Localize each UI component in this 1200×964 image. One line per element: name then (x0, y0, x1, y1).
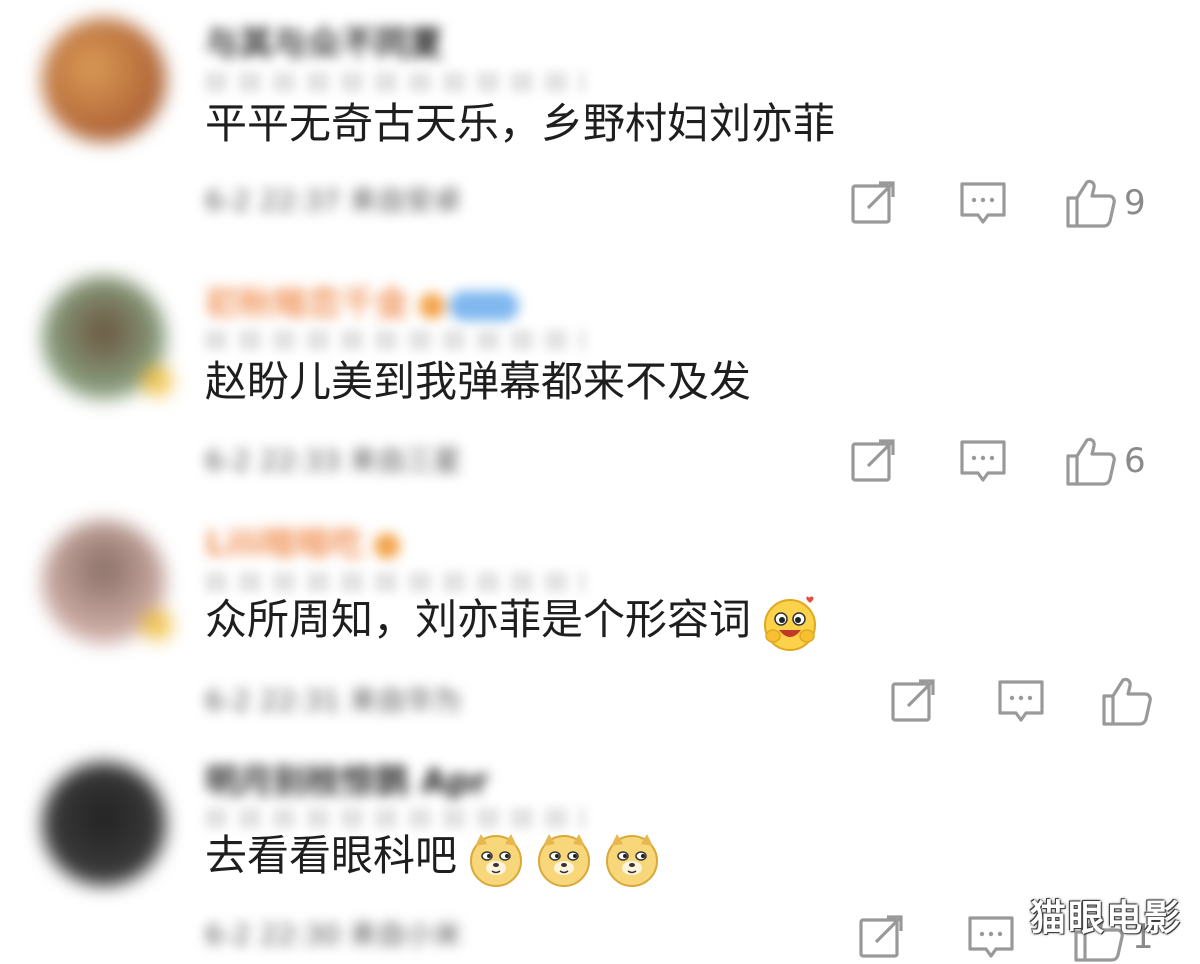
level-badge-icon (373, 532, 400, 559)
like-button[interactable]: 6 (1064, 434, 1146, 488)
comment-icon (998, 680, 1044, 722)
watermark: 猫眼电影 (1029, 898, 1182, 939)
blurred-text (205, 330, 585, 350)
username[interactable]: 明月别枝惊鹊 Apr (205, 762, 488, 802)
share-icon (851, 439, 895, 482)
username[interactable]: 与其与众不同夏 (205, 24, 443, 64)
comment-text: 赵盼儿美到我弹幕都来不及发 (205, 357, 752, 406)
comment-text: 去看看眼科吧 (205, 828, 661, 888)
share-icon (851, 181, 895, 224)
doge-emoji-icon (470, 833, 523, 887)
share-button[interactable] (888, 676, 938, 726)
share-button[interactable] (848, 178, 898, 228)
comment-actions: 9 (848, 178, 1146, 228)
reply-button[interactable] (966, 912, 1016, 962)
vip-badge-icon (142, 610, 172, 640)
comment-actions: 6 (848, 436, 1146, 486)
avatar[interactable] (42, 762, 166, 886)
comment-meta: 6-2 22:37 来自安卓 (205, 184, 462, 217)
smiling-face-emoji-icon (764, 596, 817, 651)
level-badge-icon (419, 292, 445, 319)
doge-emoji-icon (606, 833, 659, 887)
blurred-text (205, 72, 585, 92)
like-count: 9 (1124, 183, 1146, 223)
share-icon (891, 679, 935, 722)
member-badge-icon (449, 290, 519, 321)
blurred-text (205, 572, 585, 592)
share-icon (859, 915, 903, 958)
vip-badge-icon (142, 366, 172, 396)
comment-icon (968, 916, 1014, 958)
username[interactable]: Lili暗暗吃 (205, 524, 400, 564)
thumbs-up-icon (1102, 677, 1152, 726)
like-count: 6 (1124, 441, 1146, 481)
username-text: 初秋暗恋千金 (205, 284, 409, 324)
avatar[interactable] (42, 18, 166, 142)
comment-meta: 6-2 22:31 来自华为 (205, 684, 462, 717)
comment-actions (888, 676, 1154, 726)
username-text: Lili暗暗吃 (205, 524, 364, 564)
comment-meta: 6-2 22:33 来自三星 (205, 444, 462, 477)
thumbs-up-icon (1066, 437, 1116, 486)
comment-text-body: 去看看眼科吧 (205, 831, 458, 880)
blurred-text (205, 808, 585, 828)
reply-button[interactable] (958, 178, 1008, 228)
like-button[interactable]: 9 (1064, 176, 1146, 230)
comment-icon (960, 440, 1006, 482)
username[interactable]: 初秋暗恋千金 (205, 284, 519, 324)
comment-meta: 6-2 22:30 来自小米 (205, 918, 462, 951)
reply-button[interactable] (996, 676, 1046, 726)
like-button[interactable] (1100, 674, 1154, 728)
avatar[interactable] (42, 520, 172, 644)
share-button[interactable] (848, 436, 898, 486)
doge-emoji-icon (538, 833, 591, 887)
thumbs-up-icon (1066, 179, 1116, 228)
comment-icon (960, 182, 1006, 224)
comment-text: 平平无奇古天乐，乡野村妇刘亦菲 (205, 99, 836, 148)
share-button[interactable] (856, 912, 906, 962)
avatar[interactable] (42, 276, 172, 400)
comment-text: 众所周知，刘亦菲是个形容词 (205, 592, 819, 652)
reply-button[interactable] (958, 436, 1008, 486)
comment-text-body: 众所周知，刘亦菲是个形容词 (205, 595, 752, 644)
